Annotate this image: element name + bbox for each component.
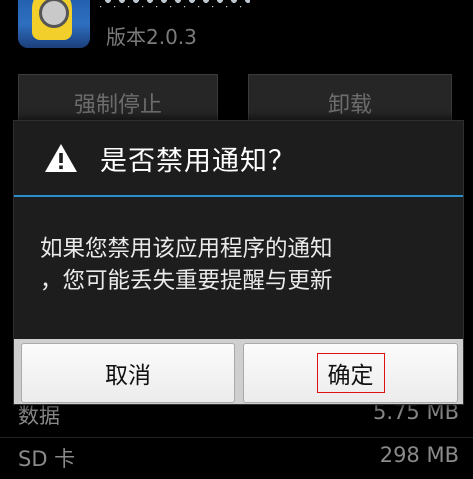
dialog-title: 是否禁用通知？ (100, 145, 296, 177)
app-name-obscured (100, 0, 250, 10)
dialog-footer: 取消 确定 (14, 339, 463, 404)
storage-value: 298 MB (379, 443, 459, 467)
confirm-button-label: 确定 (316, 353, 385, 393)
disable-notifications-dialog: 是否禁用通知？ 如果您禁用该应用程序的通知 ，您可能丢失重要提醒与更新 取消 确… (13, 120, 464, 405)
dialog-message-line: ，您可能丢失重要提醒与更新 (40, 268, 333, 294)
cancel-button[interactable]: 取消 (21, 343, 235, 403)
warning-icon (45, 144, 77, 172)
dialog-header: 是否禁用通知？ (14, 121, 463, 195)
dialog-message: 如果您禁用该应用程序的通知 ，您可能丢失重要提醒与更新 (40, 233, 450, 297)
app-version: 版本2.0.3 (106, 25, 197, 49)
storage-label: SD 卡 (18, 447, 76, 471)
confirm-button[interactable]: 确定 (243, 343, 458, 403)
dialog-message-line: 如果您禁用该应用程序的通知 (40, 236, 333, 262)
row-divider (0, 437, 473, 438)
app-icon (18, 0, 90, 48)
storage-row-sd: SD 卡 298 MB (18, 443, 459, 473)
dialog-title-rule (14, 195, 463, 197)
